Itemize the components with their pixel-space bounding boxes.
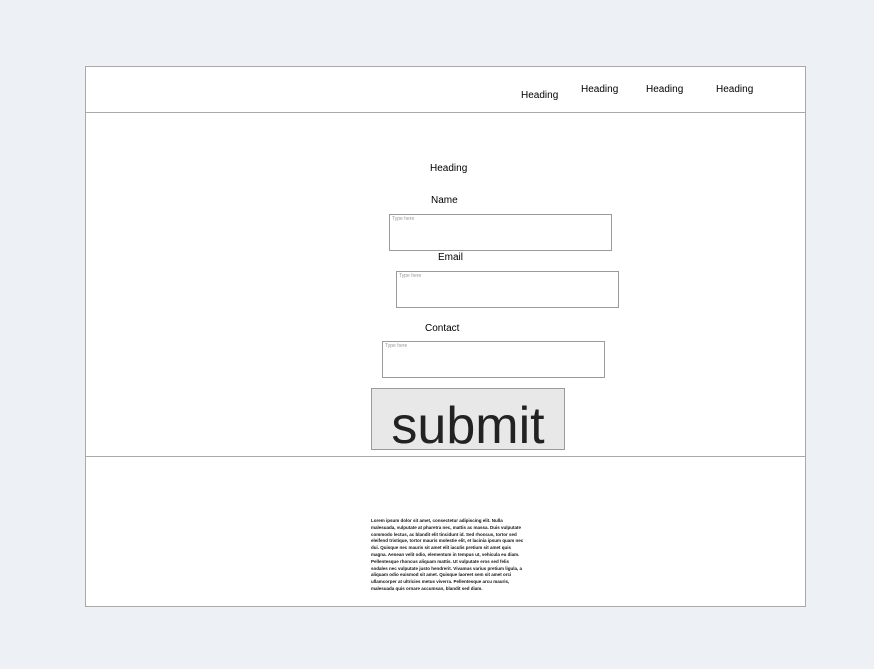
contact-field[interactable]: [382, 341, 605, 378]
name-field[interactable]: [389, 214, 612, 251]
nav-heading-4[interactable]: Heading: [716, 84, 753, 96]
submit-button-label: submit: [391, 397, 545, 450]
name-label: Name: [431, 195, 458, 206]
contact-label: Contact: [425, 323, 460, 334]
nav-heading-1[interactable]: Heading: [521, 90, 558, 102]
form-heading: Heading: [430, 163, 468, 174]
header: Heading Heading Heading Heading: [86, 67, 805, 113]
email-field[interactable]: [396, 271, 619, 308]
submit-button[interactable]: submit: [371, 388, 565, 450]
footer-text: Lorem ipsum dolor sit amet, consectetur …: [371, 518, 524, 591]
footer: Lorem ipsum dolor sit amet, consectetur …: [86, 456, 805, 606]
nav-heading-2[interactable]: Heading: [581, 84, 618, 96]
email-label: Email: [438, 252, 464, 263]
contact-form: Heading Name Email Contact submit: [86, 113, 805, 456]
page-frame: Heading Heading Heading Heading Heading …: [85, 66, 806, 607]
nav-heading-3[interactable]: Heading: [646, 84, 683, 96]
